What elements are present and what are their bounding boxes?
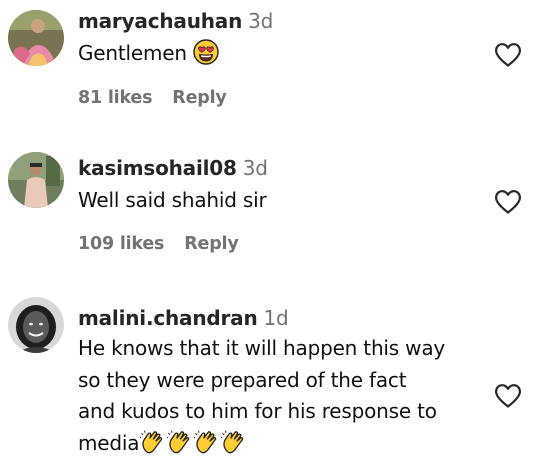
- comment-text: He knows that it will happen this way so…: [78, 333, 498, 465]
- comment-age: 3d: [243, 156, 268, 180]
- avatar[interactable]: [8, 297, 64, 353]
- comment-username[interactable]: malini.chandran1d: [78, 306, 289, 330]
- comment-text-line: He knows that it will happen this way: [78, 333, 498, 365]
- username-text[interactable]: kasimsohail08: [78, 156, 237, 180]
- heart-outline-icon[interactable]: [494, 383, 522, 409]
- username-text[interactable]: maryachauhan: [78, 9, 242, 33]
- likes-count[interactable]: 81 likes: [78, 88, 152, 108]
- reply-button[interactable]: Reply: [184, 234, 238, 254]
- likes-count[interactable]: 109 likes: [78, 234, 164, 254]
- comment-text-line: and kudos to him for his response to: [78, 396, 498, 428]
- heart-outline-icon[interactable]: [494, 42, 522, 68]
- comment-text-line: media: [78, 428, 498, 465]
- comment-item: kasimsohail083d Well said shahid sir 109…: [0, 145, 539, 275]
- comment-username[interactable]: kasimsohail083d: [78, 156, 268, 180]
- heart-outline-icon[interactable]: [494, 189, 522, 215]
- comment-text-line: so they were prepared of the fact: [78, 365, 498, 397]
- comment-text-content: Well said shahid sir: [78, 188, 267, 212]
- avatar[interactable]: [8, 10, 64, 66]
- comment-text: Gentlemen: [78, 38, 498, 75]
- comment-meta: 81 likes Reply: [78, 88, 227, 108]
- comment-item: maryachauhan3d Gentlemen 81 likes Reply: [0, 0, 539, 130]
- comment-item: malini.chandran1d He knows that it will …: [0, 290, 539, 460]
- comment-username[interactable]: maryachauhan3d: [78, 9, 273, 33]
- comment-age: 1d: [263, 306, 288, 330]
- comment-meta: 109 likes Reply: [78, 234, 239, 254]
- comment-text-content: Gentlemen: [78, 41, 187, 65]
- comment-age: 3d: [248, 9, 273, 33]
- comment-text: Well said shahid sir: [78, 185, 498, 217]
- username-text[interactable]: malini.chandran: [78, 306, 257, 330]
- heart-eyes-emoji-icon: [193, 39, 219, 75]
- avatar[interactable]: [8, 152, 64, 208]
- reply-button[interactable]: Reply: [172, 88, 226, 108]
- comment-text-line-content: media: [78, 431, 139, 455]
